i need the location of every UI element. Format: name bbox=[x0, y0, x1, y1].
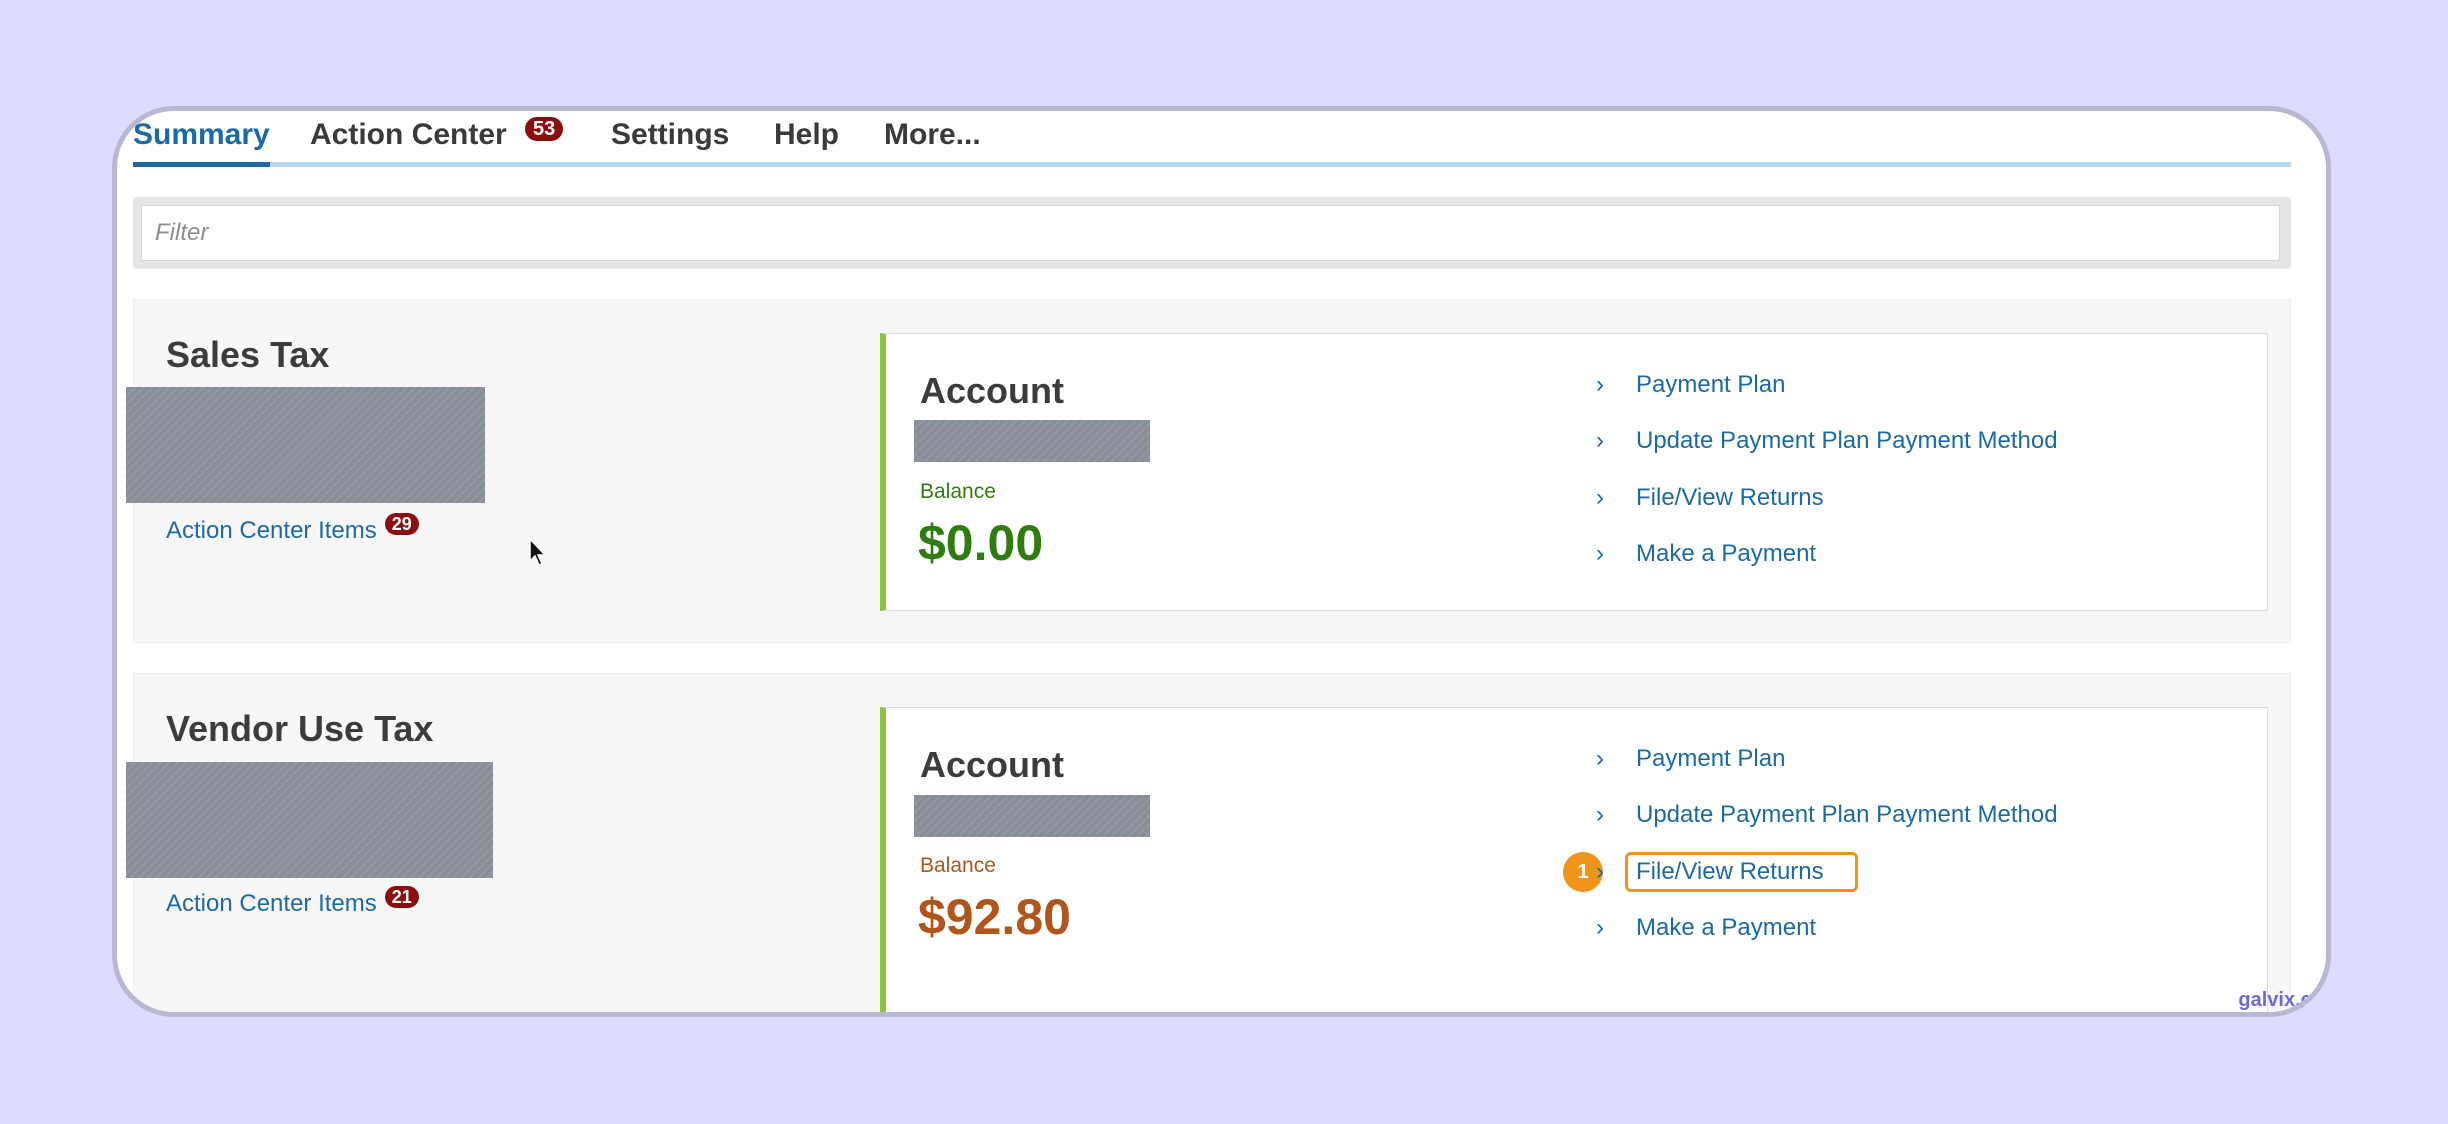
tab-help[interactable]: Help bbox=[774, 111, 839, 167]
link-label: Update Payment Plan Payment Method bbox=[1636, 427, 2058, 454]
balance-label: Balance bbox=[920, 854, 996, 877]
section-title: Vendor Use Tax bbox=[166, 708, 434, 749]
account-number-redacted bbox=[914, 795, 1150, 837]
account-number-redacted bbox=[914, 420, 1150, 462]
sales-tax-section: Sales Tax Action Center Items 29 Account … bbox=[126, 299, 2291, 643]
tab-bar: Summary Action Center 53 Settings Help M… bbox=[133, 111, 2291, 169]
section-title: Sales Tax bbox=[166, 334, 330, 375]
action-center-items-badge: 21 bbox=[384, 886, 419, 908]
link-label: Make a Payment bbox=[1636, 540, 1817, 567]
watermark: galvix.co bbox=[2238, 989, 2324, 1011]
tab-settings[interactable]: Settings bbox=[611, 111, 729, 167]
filter-input[interactable] bbox=[141, 205, 2280, 261]
balance-label: Balance bbox=[920, 480, 996, 503]
filter-bar bbox=[133, 197, 2291, 269]
action-center-items-label: Action Center Items bbox=[166, 890, 377, 917]
link-label: File/View Returns bbox=[1636, 484, 1824, 511]
tab-action-center[interactable]: Action Center bbox=[310, 111, 507, 167]
chevron-right-icon: › bbox=[1596, 427, 1604, 454]
action-center-items-link[interactable]: Action Center Items 21 bbox=[166, 886, 419, 918]
chevron-right-icon: › bbox=[1596, 371, 1604, 398]
account-title: Account bbox=[920, 744, 1064, 785]
link-label: File/View Returns bbox=[1636, 858, 1824, 885]
account-card: Account Balance $0.00 › Payment Plan › U… bbox=[880, 333, 2268, 611]
chevron-right-icon: › bbox=[1596, 745, 1604, 772]
vendor-use-tax-section: Vendor Use Tax Action Center Items 21 Acc… bbox=[126, 673, 2291, 1012]
chevron-right-icon: › bbox=[1596, 540, 1604, 567]
chevron-right-icon: › bbox=[1596, 914, 1604, 941]
action-center-items-link[interactable]: Action Center Items 29 bbox=[166, 513, 419, 545]
link-label: Make a Payment bbox=[1636, 914, 1817, 941]
chevron-right-icon: › bbox=[1596, 801, 1604, 828]
tab-summary[interactable]: Summary bbox=[133, 111, 270, 167]
browser-frame: Summary Action Center 53 Settings Help M… bbox=[112, 106, 2331, 1017]
account-card: Account Balance $92.80 › Payment Plan › … bbox=[880, 707, 2268, 1012]
mouse-cursor-icon bbox=[529, 537, 547, 566]
redacted-block bbox=[126, 387, 485, 503]
action-center-items-label: Action Center Items bbox=[166, 517, 377, 544]
chevron-right-icon: › bbox=[1596, 858, 1604, 885]
balance-amount: $92.80 bbox=[918, 889, 1071, 945]
account-title: Account bbox=[920, 370, 1064, 411]
link-label: Update Payment Plan Payment Method bbox=[1636, 801, 2058, 828]
tab-action-center-label: Action Center bbox=[310, 118, 507, 151]
action-center-count-badge: 53 bbox=[525, 117, 564, 141]
link-label: Payment Plan bbox=[1636, 371, 1786, 398]
balance-amount: $0.00 bbox=[918, 515, 1044, 571]
redacted-block bbox=[126, 762, 493, 878]
chevron-right-icon: › bbox=[1596, 484, 1604, 511]
link-label: Payment Plan bbox=[1636, 745, 1786, 772]
action-center-items-badge: 29 bbox=[384, 513, 419, 535]
tab-more[interactable]: More... bbox=[884, 111, 981, 167]
